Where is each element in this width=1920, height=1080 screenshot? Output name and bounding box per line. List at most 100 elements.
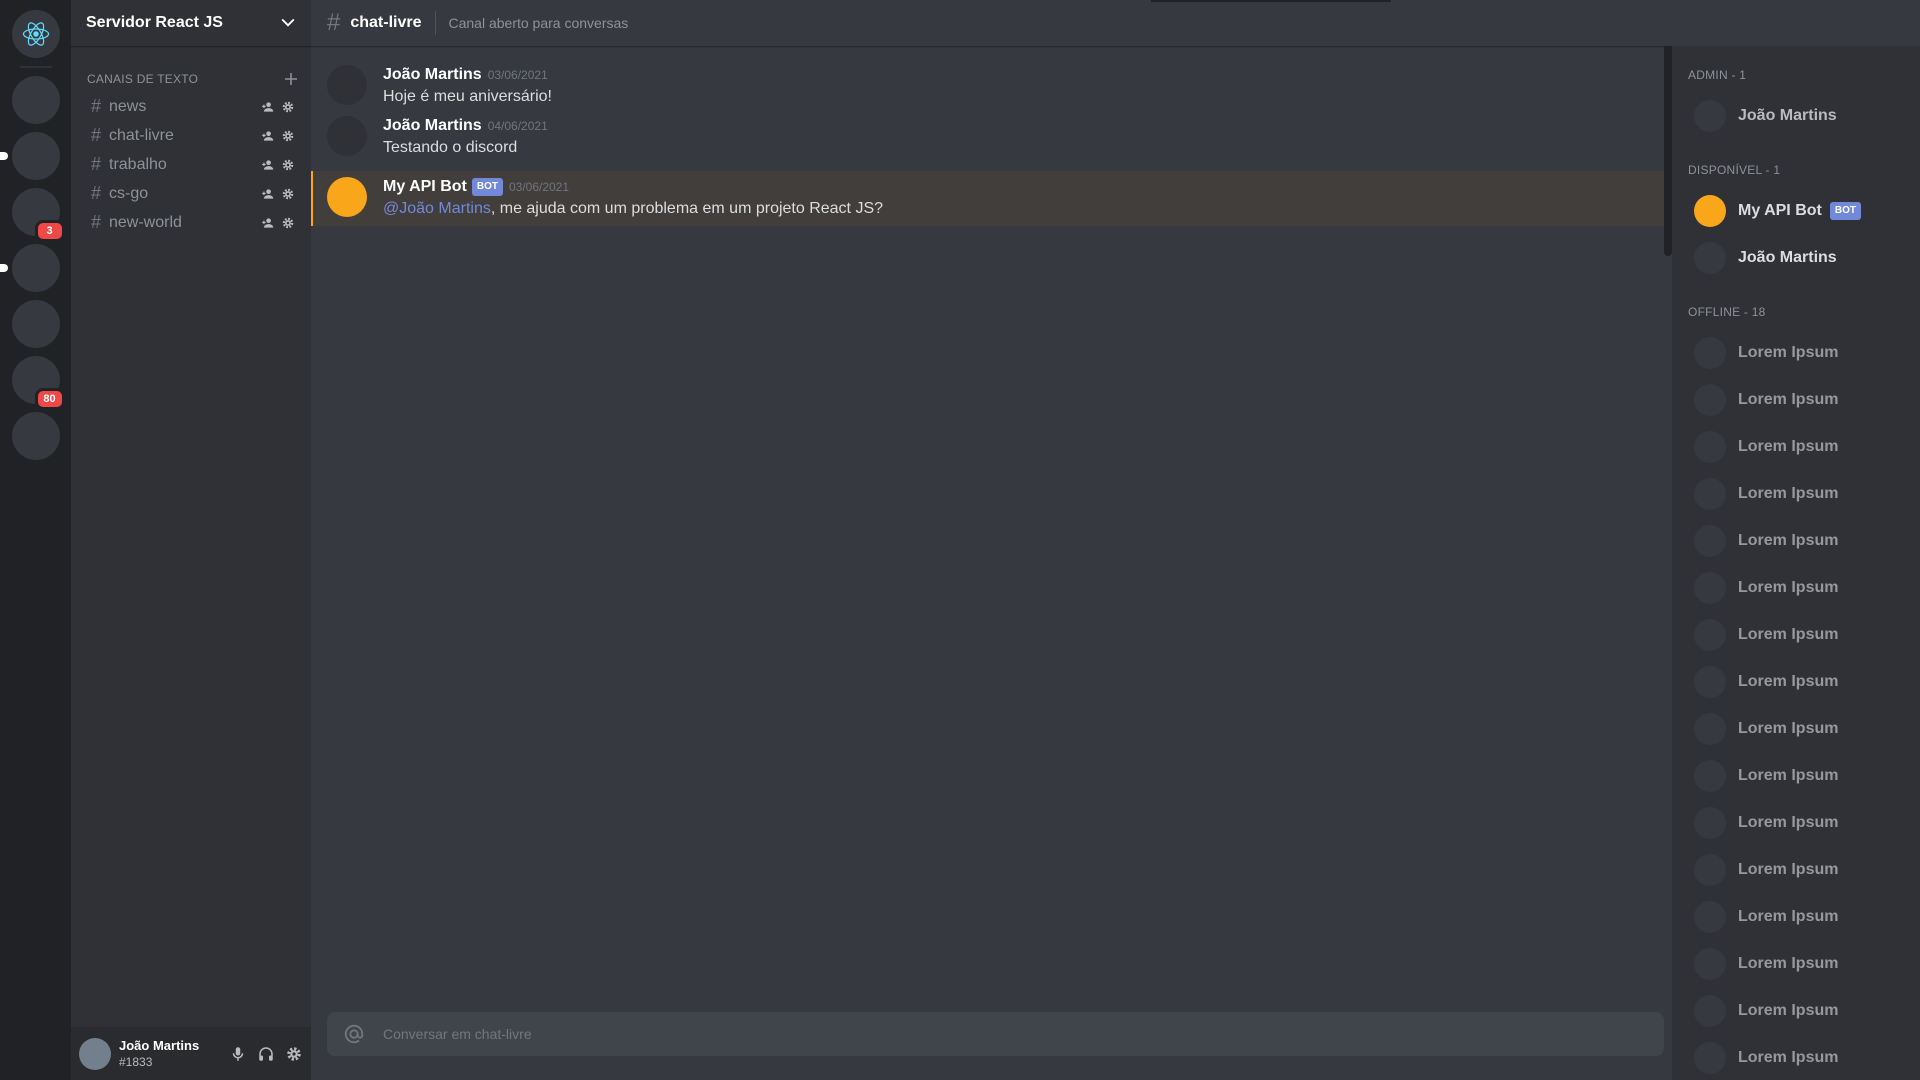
member-item[interactable]: Lorem Ipsum <box>1688 1034 1920 1080</box>
channel-name: trabalho <box>109 155 167 173</box>
member-list: ADMIN - 1 João Martins DISPONÍVEL - 1 My AP… <box>1672 46 1920 1080</box>
member-item[interactable]: Lorem Ipsum <box>1688 470 1920 517</box>
avatar[interactable] <box>327 177 367 217</box>
hashtag-icon: # <box>91 212 102 232</box>
channel-sidebar: Servidor React JS CANAIS DE TEXTO # news #… <box>71 0 311 1080</box>
invite-user-icon[interactable] <box>261 100 275 114</box>
user-panel: João Martins #1833 <box>71 1027 311 1080</box>
gear-icon[interactable] <box>281 100 295 114</box>
invite-user-icon[interactable] <box>261 129 275 143</box>
add-channel-icon[interactable] <box>283 71 299 87</box>
avatar <box>1694 524 1726 557</box>
member-name: João Martins <box>1738 248 1837 266</box>
gear-icon[interactable] <box>281 158 295 172</box>
avatar <box>1694 336 1726 369</box>
member-item[interactable]: João Martins <box>1688 92 1920 139</box>
gear-icon[interactable] <box>281 187 295 201</box>
bot-badge: BOT <box>1829 201 1861 220</box>
channel-category[interactable]: CANAIS DE TEXTO <box>87 72 299 86</box>
member-item[interactable]: Lorem Ipsum <box>1688 564 1920 611</box>
avatar <box>1694 477 1726 510</box>
member-item[interactable]: Lorem Ipsum <box>1688 799 1920 846</box>
avatar <box>1694 1041 1726 1074</box>
member-name: Lorem Ipsum <box>1738 954 1839 972</box>
member-name: Lorem Ipsum <box>1738 766 1839 784</box>
message-date: 03/06/2021 <box>487 68 548 82</box>
member-item[interactable]: Lorem Ipsum <box>1688 423 1920 470</box>
headphones-icon[interactable] <box>257 1045 275 1063</box>
member-item[interactable]: Lorem Ipsum <box>1688 329 1920 376</box>
avatar[interactable] <box>327 65 367 105</box>
member-name: Lorem Ipsum <box>1738 672 1839 690</box>
channel-item[interactable]: # chat-livre <box>79 121 303 150</box>
gear-icon[interactable] <box>281 129 295 143</box>
user-name: João Martins <box>119 1038 200 1053</box>
member-item[interactable]: Lorem Ipsum <box>1688 611 1920 658</box>
channel-title: chat-livre <box>350 14 422 31</box>
member-item[interactable]: Lorem Ipsum <box>1688 752 1920 799</box>
avatar <box>1694 712 1726 745</box>
server-button[interactable]: 80 <box>11 356 65 410</box>
message-input[interactable] <box>383 1026 1648 1042</box>
message-author[interactable]: My API Bot <box>383 178 467 196</box>
react-logo-icon <box>21 19 51 49</box>
message-author[interactable]: João Martins <box>383 117 482 135</box>
invite-user-icon[interactable] <box>261 187 275 201</box>
unread-indicator <box>0 264 8 272</box>
avatar[interactable] <box>79 1037 111 1070</box>
user-actions <box>229 1045 303 1063</box>
avatar <box>1694 430 1726 463</box>
avatar <box>1694 241 1726 274</box>
invite-user-icon[interactable] <box>261 158 275 172</box>
member-name: Lorem Ipsum <box>1738 578 1839 596</box>
microphone-icon[interactable] <box>229 1045 247 1063</box>
at-sign-icon[interactable] <box>343 1023 367 1045</box>
server-header[interactable]: Servidor React JS <box>71 0 311 46</box>
member-item[interactable]: Lorem Ipsum <box>1688 517 1920 564</box>
avatar <box>1694 665 1726 698</box>
invite-user-icon[interactable] <box>261 216 275 230</box>
user-mention[interactable]: @João Martins <box>383 200 491 217</box>
member-item[interactable]: Lorem Ipsum <box>1688 940 1920 987</box>
avatar[interactable] <box>327 116 367 156</box>
home-server-button[interactable] <box>11 10 60 58</box>
member-group-label: ADMIN - 1 <box>1688 68 1747 82</box>
member-item[interactable]: Lorem Ipsum <box>1688 705 1920 752</box>
member-item[interactable]: Lorem Ipsum <box>1688 846 1920 893</box>
member-name: Lorem Ipsum <box>1738 860 1839 878</box>
channel-item[interactable]: # news <box>79 92 303 121</box>
server-button[interactable] <box>0 132 60 180</box>
member-item[interactable]: Lorem Ipsum <box>1688 658 1920 705</box>
unread-indicator <box>0 152 8 160</box>
server-button[interactable] <box>11 76 60 124</box>
message-text: Testando o discord <box>383 139 518 156</box>
channel-name: new-world <box>109 213 182 231</box>
server-button[interactable] <box>0 244 60 292</box>
gear-icon[interactable] <box>281 216 295 230</box>
server-list: 3 80 <box>0 0 71 1080</box>
member-name: Lorem Ipsum <box>1738 343 1839 361</box>
member-list-scrollbar[interactable] <box>1664 46 1672 256</box>
mentioned-message: My API Bot BOT 03/06/2021 @João Martins,… <box>311 171 1672 226</box>
member-group-label: DISPONÍVEL - 1 <box>1688 163 1781 177</box>
message-text: Hoje é meu aniversário! <box>383 88 552 105</box>
message-date: 03/06/2021 <box>508 180 570 194</box>
server-button[interactable]: 3 <box>11 188 65 242</box>
member-item[interactable]: My API Bot BOT <box>1688 187 1920 234</box>
member-item[interactable]: Lorem Ipsum <box>1688 893 1920 940</box>
gear-icon[interactable] <box>285 1045 303 1063</box>
server-button[interactable] <box>11 300 60 348</box>
member-item[interactable]: Lorem Ipsum <box>1688 376 1920 423</box>
hashtag-icon: # <box>327 9 341 36</box>
server-button[interactable] <box>11 412 60 460</box>
member-name: Lorem Ipsum <box>1738 719 1839 737</box>
channel-item[interactable]: # new-world <box>79 208 303 237</box>
member-item[interactable]: Lorem Ipsum <box>1688 987 1920 1034</box>
channel-item[interactable]: # trabalho <box>79 150 303 179</box>
member-item[interactable]: João Martins <box>1688 234 1920 281</box>
channel-topic: Canal aberto para conversas <box>448 15 629 31</box>
channel-name: chat-livre <box>109 126 174 144</box>
channel-name: cs-go <box>109 184 149 202</box>
message-author[interactable]: João Martins <box>383 66 482 84</box>
channel-item[interactable]: # cs-go <box>79 179 303 208</box>
